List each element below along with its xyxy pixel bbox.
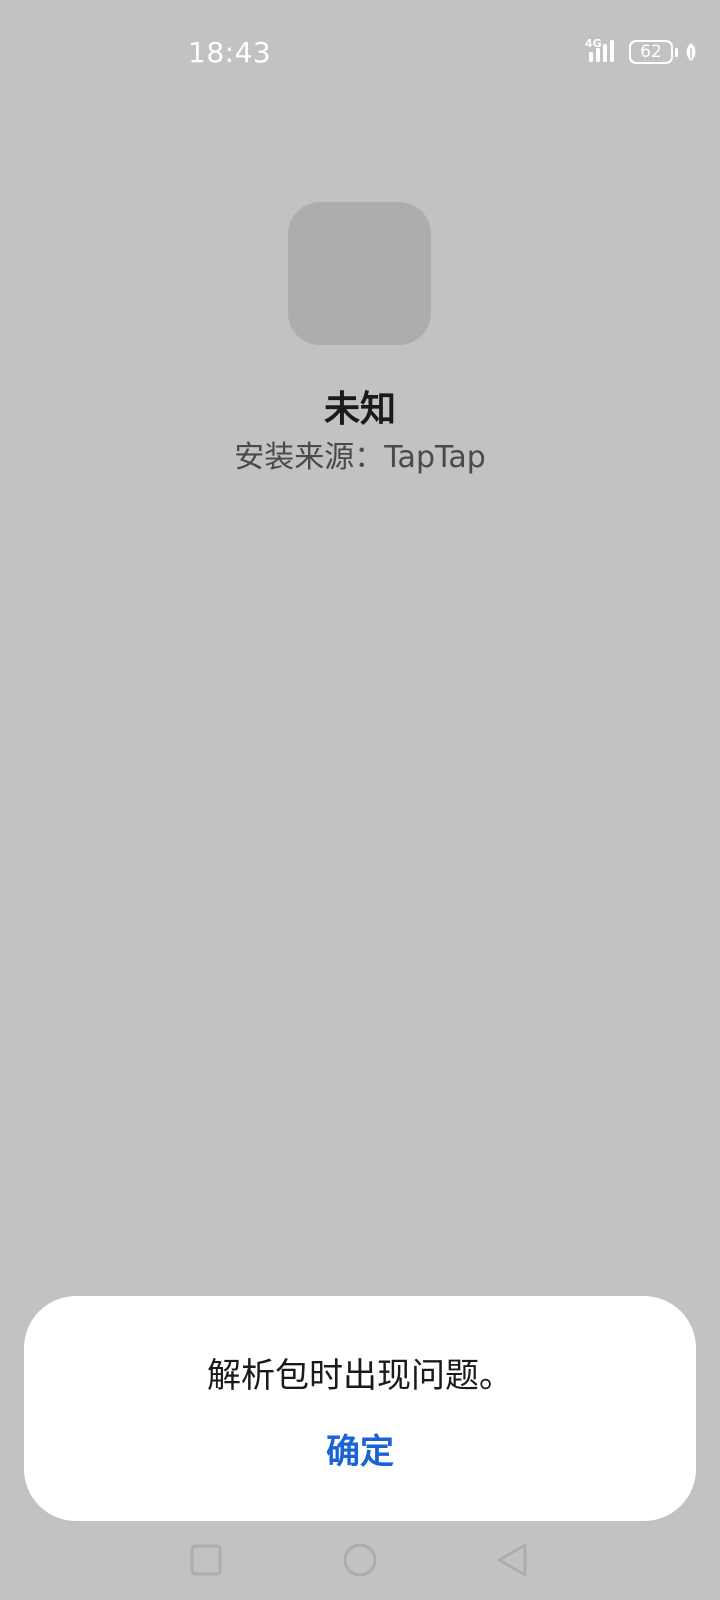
app-placeholder-icon [288, 202, 431, 345]
install-source-label: 安装来源：TapTap [234, 440, 486, 475]
home-button[interactable] [330, 1530, 390, 1590]
error-dialog: 解析包时出现问题。 确定 [24, 1296, 696, 1521]
dialog-message: 解析包时出现问题。 [207, 1356, 513, 1396]
recents-button[interactable] [176, 1530, 236, 1590]
back-button[interactable] [482, 1530, 542, 1590]
signal-icon: 4G [585, 38, 623, 66]
status-bar: 18:43 4G 62 [0, 0, 720, 110]
battery-saver-leaf-icon [686, 43, 696, 61]
back-triangle-icon [497, 1543, 527, 1577]
battery-level: 62 [640, 41, 662, 62]
navigation-bar [0, 1530, 720, 1590]
confirm-button[interactable]: 确定 [300, 1424, 420, 1480]
status-time: 18:43 [188, 36, 272, 69]
status-icons: 4G 62 [585, 38, 698, 66]
battery-icon: 62 [629, 40, 673, 64]
home-circle-icon [343, 1543, 377, 1577]
recents-square-icon [190, 1544, 222, 1576]
battery-cap [675, 47, 678, 57]
app-name: 未知 [323, 389, 396, 430]
